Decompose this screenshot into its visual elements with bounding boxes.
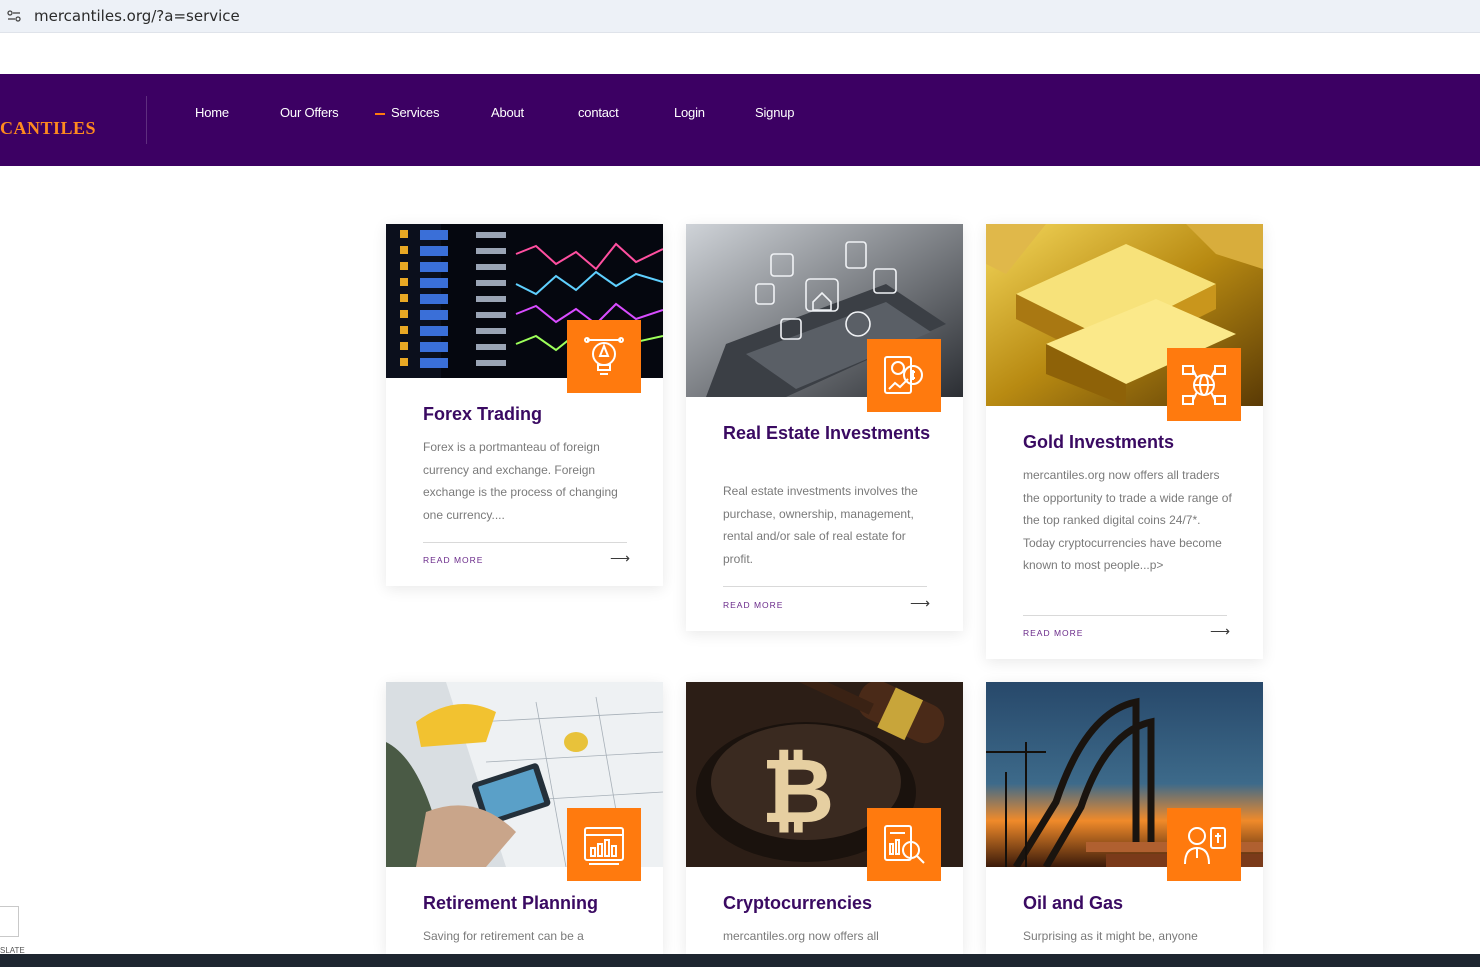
nav-home[interactable]: Home [195, 105, 229, 120]
arrow-right-icon[interactable]: ⟶ [610, 550, 630, 567]
card-divider [423, 542, 627, 543]
businessman-icon [1167, 808, 1241, 881]
read-more-link[interactable]: READ MORE [723, 600, 783, 610]
lightbulb-pen-icon [567, 320, 641, 393]
arrow-right-icon[interactable]: ⟶ [910, 595, 930, 612]
nav-login[interactable]: Login [674, 105, 705, 120]
card-divider [1023, 615, 1227, 616]
browser-chart-icon [567, 808, 641, 881]
service-card-gold[interactable]: Gold Investments mercantiles.org now off… [986, 224, 1263, 659]
site-settings-icon[interactable] [7, 9, 21, 23]
arrow-right-icon[interactable]: ⟶ [1210, 623, 1230, 640]
service-card-forex[interactable]: Forex Trading Forex is a portmanteau of … [386, 224, 663, 586]
service-card-retirement[interactable]: Retirement Planning Saving for retiremen… [386, 682, 663, 954]
card-description: Surprising as it might be, anyone [1023, 929, 1198, 943]
site-logo[interactable]: CANTILES [0, 118, 96, 139]
read-more-link[interactable]: READ MORE [1023, 628, 1083, 638]
card-description: mercantiles.org now offers all [723, 929, 879, 943]
card-title: Cryptocurrencies [723, 893, 873, 913]
card-description: mercantiles.org now offers all traders t… [1023, 468, 1232, 572]
taskbar [0, 954, 1480, 967]
card-description: Real estate investments involves the pur… [723, 484, 918, 566]
card-title: Oil and Gas [1023, 893, 1124, 913]
card-title: Real Estate Investments [723, 423, 931, 443]
nav-our-offers[interactable]: Our Offers [280, 105, 339, 120]
service-card-real-estate[interactable]: Real Estate Investments Real estate inve… [686, 224, 963, 631]
nav-signup[interactable]: Signup [755, 105, 794, 120]
money-growth-icon [867, 339, 941, 412]
nav-about[interactable]: About [491, 105, 524, 120]
browser-address-bar: mercantiles.org/?a=service [0, 0, 1480, 33]
nav-contact[interactable]: contact [578, 105, 619, 120]
card-title: Forex Trading [423, 404, 543, 424]
main-navigation [0, 74, 1480, 166]
global-network-icon [1167, 348, 1241, 421]
card-title: Gold Investments [1023, 432, 1175, 452]
report-magnifier-icon [867, 808, 941, 881]
card-description: Forex is a portmanteau of foreign curren… [423, 440, 618, 522]
service-card-oil-gas[interactable]: Oil and Gas Surprising as it might be, a… [986, 682, 1263, 954]
card-description: Saving for retirement can be a [423, 929, 584, 943]
url-text[interactable]: mercantiles.org/?a=service [34, 7, 240, 25]
nav-divider [146, 96, 147, 144]
translate-widget[interactable] [0, 906, 19, 937]
svg-text:₿: ₿ [761, 739, 834, 844]
card-title: Retirement Planning [423, 893, 599, 913]
read-more-link[interactable]: READ MORE [423, 555, 483, 565]
card-divider [723, 586, 927, 587]
nav-services[interactable]: Services [374, 105, 439, 120]
service-card-crypto[interactable]: ₿ Cryptocurrencies mercantiles.org now o… [686, 682, 963, 954]
